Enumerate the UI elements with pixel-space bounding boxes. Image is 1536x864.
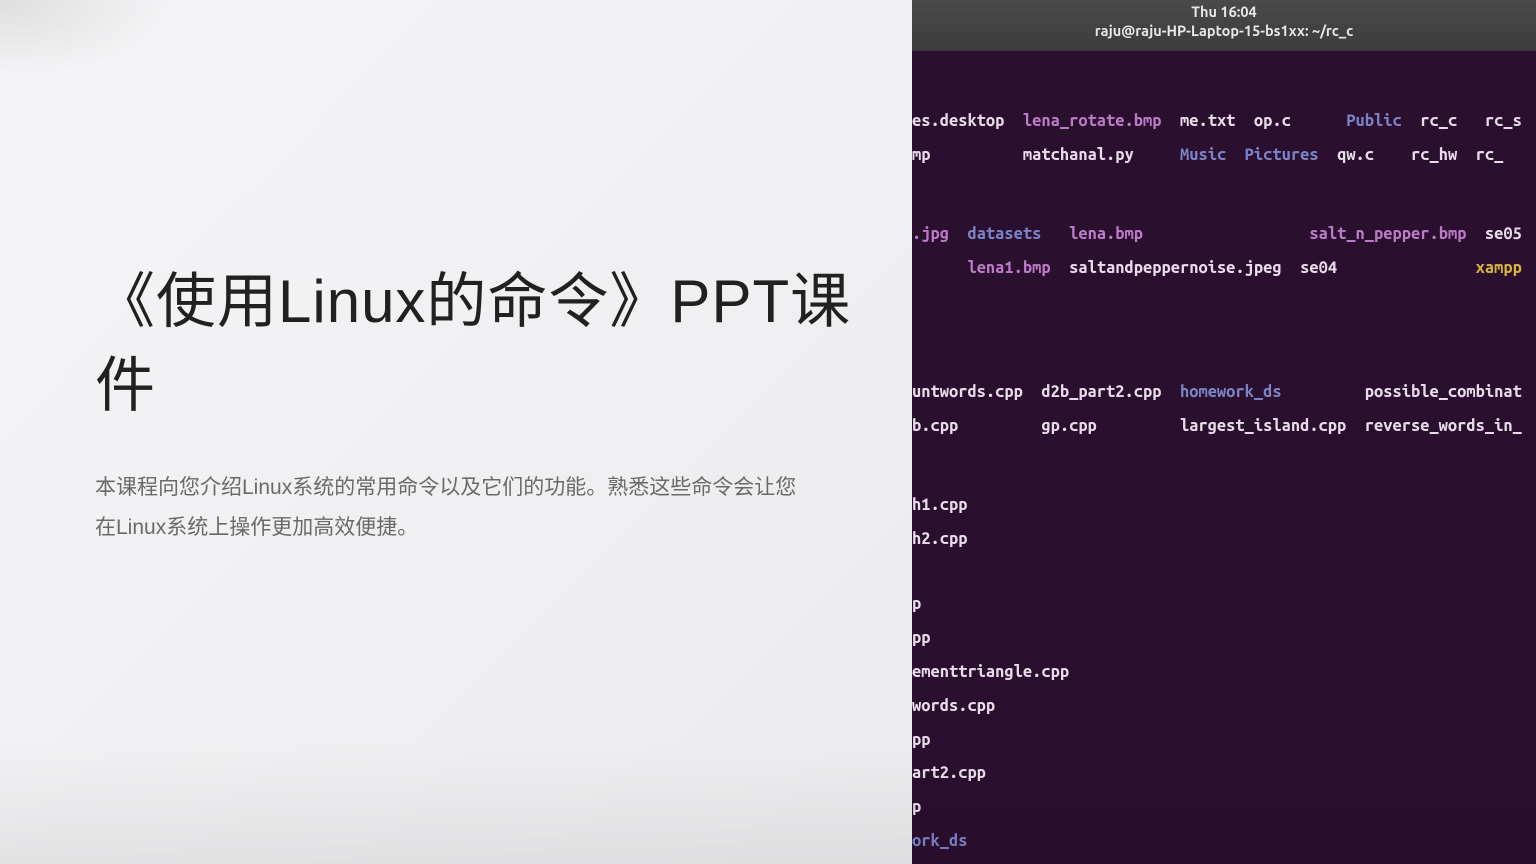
terminal-window: Thu 16:04 raju@raju-HP-Laptop-15-bs1xx: … bbox=[912, 0, 1536, 864]
ls-row: h1.cpp bbox=[912, 497, 1536, 514]
clock-text: Thu 16:04 bbox=[912, 3, 1536, 20]
ls-row: lena1.bmp saltandpeppernoise.jpeg se04 x… bbox=[912, 260, 1536, 277]
ls-row: h2.cpp bbox=[912, 531, 1536, 548]
ls-row: art2.cpp bbox=[912, 765, 1536, 782]
slide-container: 《使用Linux的命令》PPT课件 本课程向您介绍Linux系统的常用命令以及它… bbox=[0, 0, 1536, 864]
ls-row: p bbox=[912, 596, 1536, 613]
ls-row: pp bbox=[912, 732, 1536, 749]
ls-row: words.cpp bbox=[912, 698, 1536, 715]
left-content: 《使用Linux的命令》PPT课件 本课程向您介绍Linux系统的常用命令以及它… bbox=[0, 0, 912, 864]
desktop-topbar: Thu 16:04 raju@raju-HP-Laptop-15-bs1xx: … bbox=[912, 0, 1536, 51]
ls-row: mp matchanal.py Music Pictures qw.c rc_h… bbox=[912, 147, 1536, 164]
page-subtitle: 本课程向您介绍Linux系统的常用命令以及它们的功能。熟悉这些命令会让您在Lin… bbox=[95, 468, 815, 548]
ls-row: ork_ds bbox=[912, 833, 1536, 850]
window-title: raju@raju-HP-Laptop-15-bs1xx: ~/rc_c bbox=[912, 22, 1536, 39]
ls-row: es.desktop lena_rotate.bmp me.txt op.c P… bbox=[912, 113, 1536, 130]
ls-row: p bbox=[912, 799, 1536, 816]
ls-row: ementtriangle.cpp bbox=[912, 664, 1536, 681]
ls-row: untwords.cpp d2b_part2.cpp homework_ds p… bbox=[912, 384, 1536, 401]
ls-row: pp bbox=[912, 630, 1536, 647]
ls-row: b.cpp gp.cpp largest_island.cpp reverse_… bbox=[912, 418, 1536, 435]
page-title: 《使用Linux的命令》PPT课件 bbox=[95, 260, 852, 428]
ls-row: .jpg datasets lena.bmp salt_n_pepper.bmp… bbox=[912, 226, 1536, 243]
terminal-body: es.desktop lena_rotate.bmp me.txt op.c P… bbox=[912, 51, 1536, 864]
terminal-screenshot: Thu 16:04 raju@raju-HP-Laptop-15-bs1xx: … bbox=[912, 0, 1536, 864]
